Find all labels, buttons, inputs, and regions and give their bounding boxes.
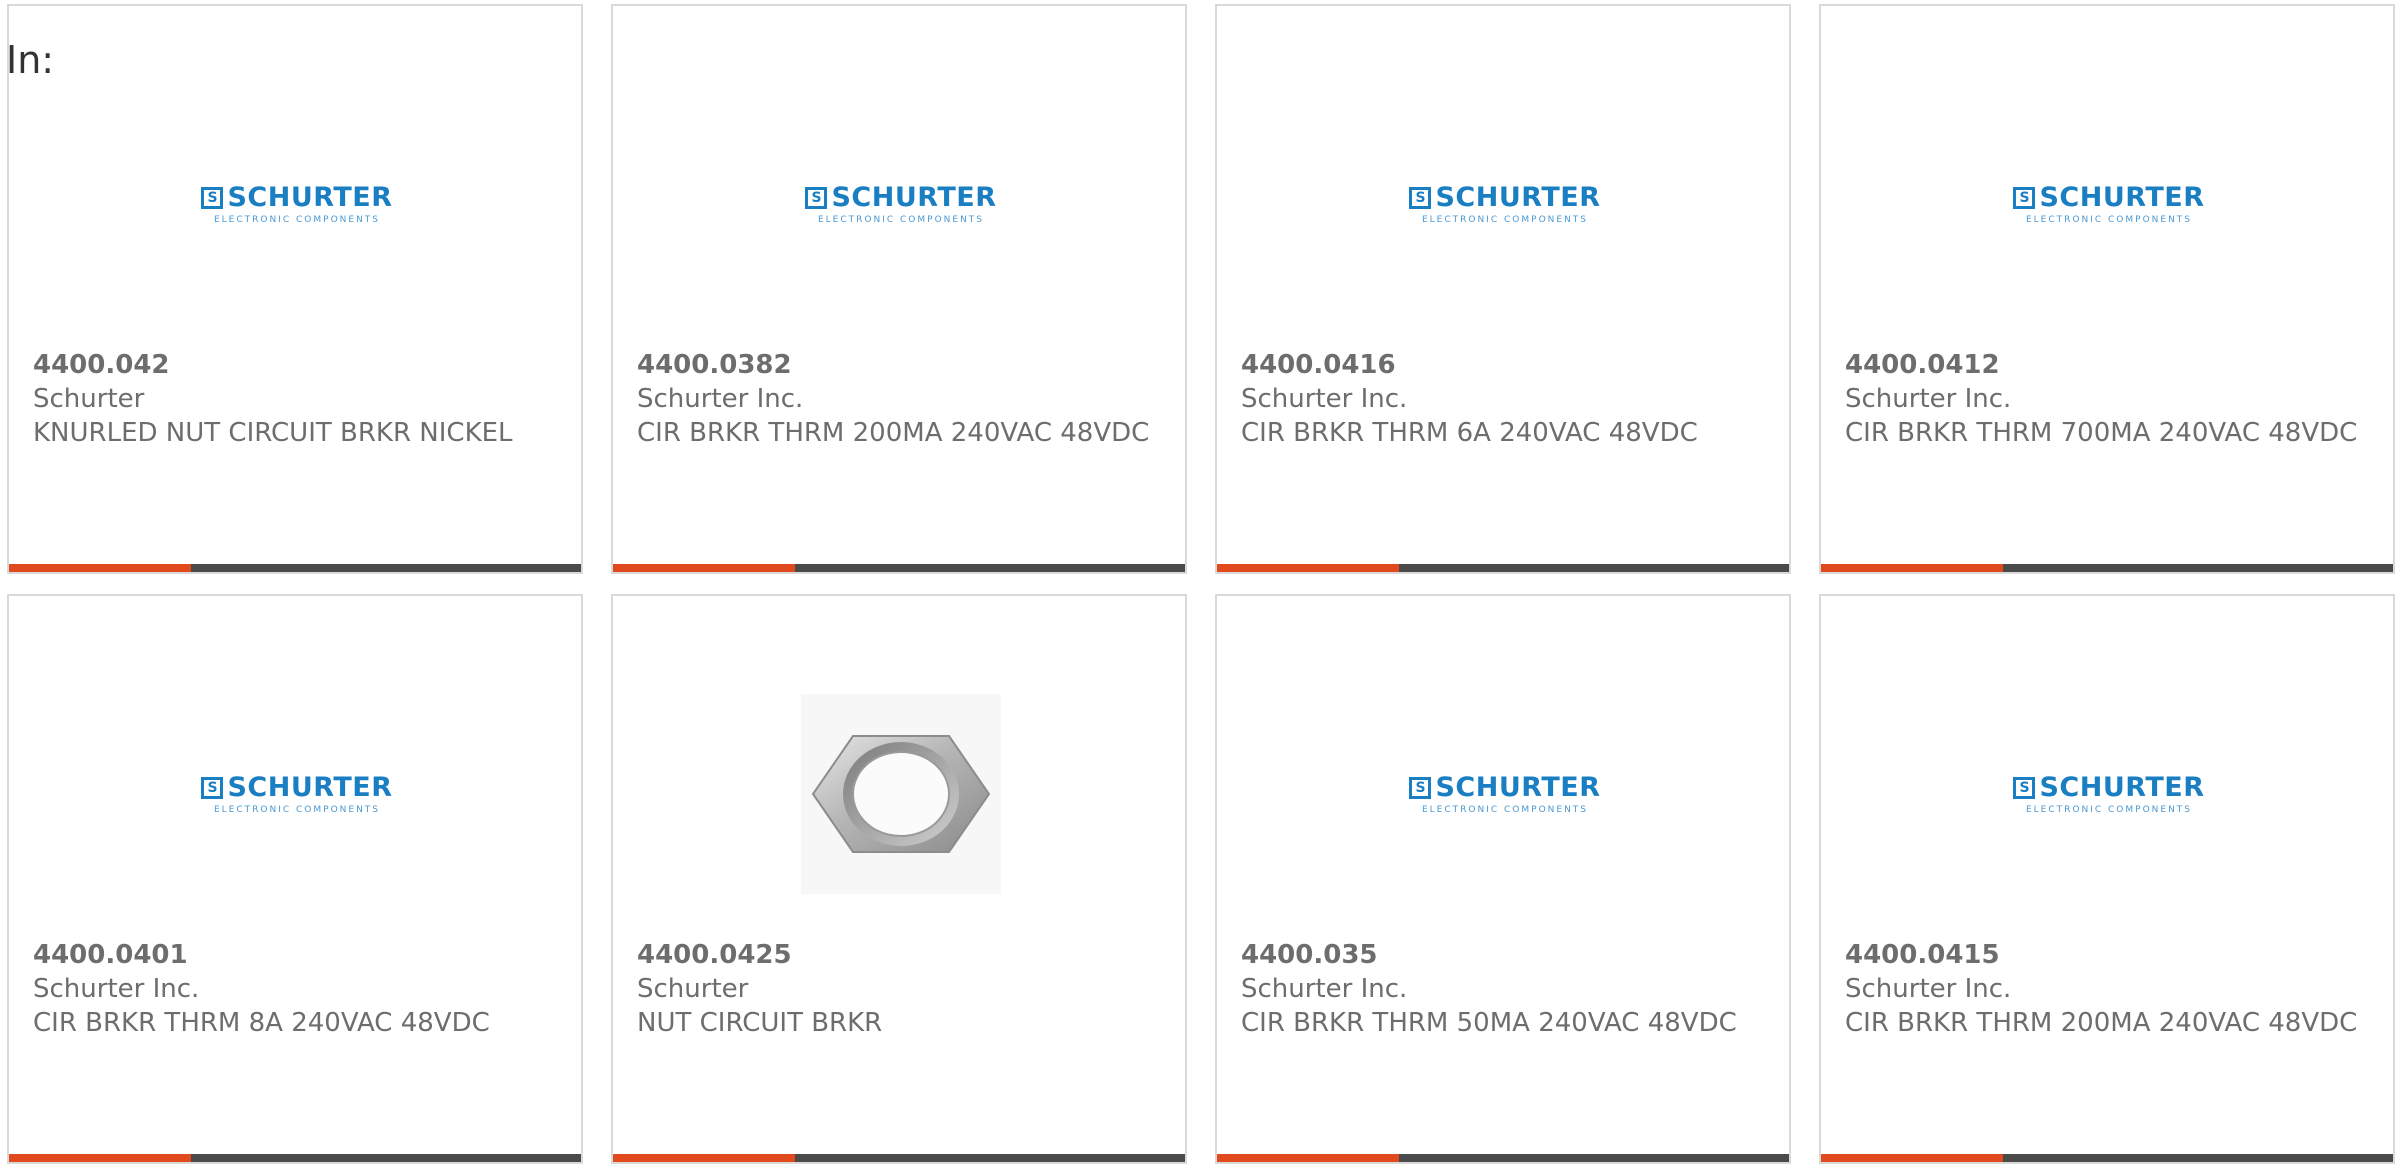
schurter-logo-word: SCHURTER <box>1435 181 1601 213</box>
schurter-logo-tagline: ELECTRONIC COMPONENTS <box>2025 214 2193 225</box>
part-number-link[interactable]: 4400.0416 <box>1241 348 1761 382</box>
schurter-logo-word: SCHURTER <box>831 181 997 213</box>
product-card[interactable]: 4400.0425 Schurter NUT CIRCUIT BRKR <box>611 594 1187 1164</box>
product-image[interactable]: S SCHURTER ELECTRONIC COMPONENTS <box>197 104 397 304</box>
card-footer-bar <box>613 564 1185 572</box>
page-label: In: <box>6 38 55 82</box>
product-image[interactable]: S SCHURTER ELECTRONIC COMPONENTS <box>2009 104 2209 304</box>
product-info: 4400.0382 Schurter Inc. CIR BRKR THRM 20… <box>637 348 1157 450</box>
schurter-logo: S SCHURTER ELECTRONIC COMPONENTS <box>197 771 397 815</box>
part-number-link[interactable]: 4400.0415 <box>1845 938 2365 972</box>
product-info: 4400.0415 Schurter Inc. CIR BRKR THRM 20… <box>1845 938 2365 1040</box>
product-info: 4400.0416 Schurter Inc. CIR BRKR THRM 6A… <box>1241 348 1761 450</box>
schurter-logo: S SCHURTER ELECTRONIC COMPONENTS <box>1405 181 1605 225</box>
card-accent-bar <box>1821 564 2003 572</box>
schurter-logo: S SCHURTER ELECTRONIC COMPONENTS <box>2009 771 2209 815</box>
hex-nut-icon <box>801 694 1001 894</box>
product-description: NUT CIRCUIT BRKR <box>637 1008 883 1038</box>
schurter-logo-tagline: ELECTRONIC COMPONENTS <box>213 804 381 815</box>
product-info: 4400.0412 Schurter Inc. CIR BRKR THRM 70… <box>1845 348 2365 450</box>
manufacturer-name: Schurter Inc. <box>1241 974 1408 1004</box>
card-accent-bar <box>1217 564 1399 572</box>
card-footer-bar <box>1217 564 1789 572</box>
product-card[interactable]: S SCHURTER ELECTRONIC COMPONENTS 4400.04… <box>1819 4 2395 574</box>
product-description: CIR BRKR THRM 50MA 240VAC 48VDC <box>1241 1008 1737 1038</box>
schurter-logo: S SCHURTER ELECTRONIC COMPONENTS <box>2009 181 2209 225</box>
part-number-link[interactable]: 4400.0401 <box>33 938 553 972</box>
schurter-logo-tagline: ELECTRONIC COMPONENTS <box>2025 804 2193 815</box>
schurter-logo: S SCHURTER ELECTRONIC COMPONENTS <box>801 181 1001 225</box>
schurter-logo-word: SCHURTER <box>2039 181 2205 213</box>
product-info: 4400.0401 Schurter Inc. CIR BRKR THRM 8A… <box>33 938 553 1040</box>
schurter-logo-mark: S <box>201 186 224 209</box>
product-card[interactable]: S SCHURTER ELECTRONIC COMPONENTS 4400.04… <box>1819 594 2395 1164</box>
product-card[interactable]: S SCHURTER ELECTRONIC COMPONENTS 4400.04… <box>1215 4 1791 574</box>
product-info: 4400.042 Schurter KNURLED NUT CIRCUIT BR… <box>33 348 553 450</box>
schurter-logo-mark: S <box>201 776 224 799</box>
card-accent-bar <box>613 564 795 572</box>
product-description: CIR BRKR THRM 6A 240VAC 48VDC <box>1241 418 1698 448</box>
product-image[interactable]: S SCHURTER ELECTRONIC COMPONENTS <box>197 694 397 894</box>
part-number-link[interactable]: 4400.0412 <box>1845 348 2365 382</box>
card-footer-bar <box>9 564 581 572</box>
product-description: KNURLED NUT CIRCUIT BRKR NICKEL <box>33 418 513 448</box>
schurter-logo-word: SCHURTER <box>227 771 393 803</box>
schurter-logo: S SCHURTER ELECTRONIC COMPONENTS <box>197 181 397 225</box>
product-description: CIR BRKR THRM 8A 240VAC 48VDC <box>33 1008 490 1038</box>
card-footer-bar <box>1821 564 2393 572</box>
product-image[interactable]: S SCHURTER ELECTRONIC COMPONENTS <box>801 104 1001 304</box>
manufacturer-name: Schurter Inc. <box>1241 384 1408 414</box>
part-number-link[interactable]: 4400.0382 <box>637 348 1157 382</box>
product-description: CIR BRKR THRM 200MA 240VAC 48VDC <box>637 418 1150 448</box>
product-image[interactable] <box>801 694 1001 894</box>
schurter-logo: S SCHURTER ELECTRONIC COMPONENTS <box>1405 771 1605 815</box>
product-image[interactable]: S SCHURTER ELECTRONIC COMPONENTS <box>1405 104 1605 304</box>
schurter-logo-tagline: ELECTRONIC COMPONENTS <box>213 214 381 225</box>
part-number-link[interactable]: 4400.042 <box>33 348 553 382</box>
schurter-logo-word: SCHURTER <box>227 181 393 213</box>
manufacturer-name: Schurter Inc. <box>1845 384 2012 414</box>
schurter-logo-tagline: ELECTRONIC COMPONENTS <box>1421 214 1589 225</box>
schurter-logo-mark: S <box>1409 776 1432 799</box>
product-description: CIR BRKR THRM 200MA 240VAC 48VDC <box>1845 1008 2358 1038</box>
product-image[interactable]: S SCHURTER ELECTRONIC COMPONENTS <box>2009 694 2209 894</box>
schurter-logo-mark: S <box>1409 186 1432 209</box>
manufacturer-name: Schurter Inc. <box>1845 974 2012 1004</box>
schurter-logo-mark: S <box>2013 776 2036 799</box>
schurter-logo-tagline: ELECTRONIC COMPONENTS <box>817 214 985 225</box>
schurter-logo-mark: S <box>805 186 828 209</box>
product-card[interactable]: S SCHURTER ELECTRONIC COMPONENTS 4400.04… <box>7 4 583 574</box>
product-card[interactable]: S SCHURTER ELECTRONIC COMPONENTS 4400.04… <box>7 594 583 1164</box>
product-description: CIR BRKR THRM 700MA 240VAC 48VDC <box>1845 418 2358 448</box>
part-number-link[interactable]: 4400.0425 <box>637 938 1157 972</box>
schurter-logo-mark: S <box>2013 186 2036 209</box>
schurter-logo-tagline: ELECTRONIC COMPONENTS <box>1421 804 1589 815</box>
product-card[interactable]: S SCHURTER ELECTRONIC COMPONENTS 4400.03… <box>611 4 1187 574</box>
product-info: 4400.0425 Schurter NUT CIRCUIT BRKR <box>637 938 1157 1040</box>
schurter-logo-word: SCHURTER <box>2039 771 2205 803</box>
product-grid: S SCHURTER ELECTRONIC COMPONENTS 4400.04… <box>0 0 2400 1164</box>
card-accent-bar <box>9 564 191 572</box>
manufacturer-name: Schurter <box>637 974 749 1004</box>
product-info: 4400.035 Schurter Inc. CIR BRKR THRM 50M… <box>1241 938 1761 1040</box>
part-number-link[interactable]: 4400.035 <box>1241 938 1761 972</box>
manufacturer-name: Schurter Inc. <box>637 384 804 414</box>
manufacturer-name: Schurter <box>33 384 145 414</box>
product-image[interactable]: S SCHURTER ELECTRONIC COMPONENTS <box>1405 694 1605 894</box>
schurter-logo-word: SCHURTER <box>1435 771 1601 803</box>
product-card[interactable]: S SCHURTER ELECTRONIC COMPONENTS 4400.03… <box>1215 594 1791 1164</box>
manufacturer-name: Schurter Inc. <box>33 974 200 1004</box>
